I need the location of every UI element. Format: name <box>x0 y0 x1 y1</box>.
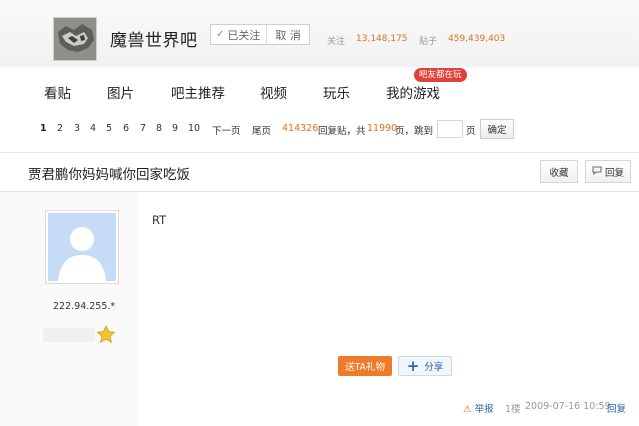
tab-videos[interactable]: 视频 <box>260 82 287 102</box>
jump-label: 跳到 <box>414 126 434 137</box>
comment-icon <box>592 166 602 178</box>
followed-button[interactable]: ✓ 已关注 <box>211 25 268 44</box>
default-avatar-icon <box>48 213 116 281</box>
follow-count: 13,148,175 <box>356 34 408 44</box>
floor-number: 1楼 <box>505 404 521 415</box>
tab-posts[interactable]: 看贴 <box>44 82 71 102</box>
report-label: 举报 <box>474 404 494 415</box>
page-total: 11990 <box>367 123 398 134</box>
tab-images[interactable]: 图片 <box>107 82 134 102</box>
divider <box>0 152 639 153</box>
report-link[interactable]: ⚠ 举报 <box>463 401 494 415</box>
page-link[interactable]: 10 <box>188 123 200 134</box>
page-link[interactable]: 6 <box>123 123 129 134</box>
post-count: 459,439,403 <box>448 34 506 44</box>
star-icon[interactable] <box>96 325 116 348</box>
reply-total: 414326 <box>282 123 319 134</box>
page-link-current: 1 <box>40 123 47 134</box>
games-badge: 吧友都在玩 <box>414 68 467 82</box>
pager: 1 2 3 4 5 6 7 8 9 10 下一页 尾页 414326 回复贴，共… <box>0 116 639 142</box>
jump-confirm-button[interactable]: 确定 <box>480 119 514 139</box>
warning-icon: ⚠ <box>463 404 472 415</box>
page-total-label: 页， <box>395 126 415 137</box>
reply-link[interactable]: 回复 <box>607 401 626 415</box>
tab-fun[interactable]: 玩乐 <box>323 82 350 102</box>
unfollow-button[interactable]: 取 消 <box>267 25 309 44</box>
send-gift-button[interactable]: 送TA礼物 <box>338 356 392 376</box>
next-page-link[interactable]: 下一页 <box>212 123 241 137</box>
page-link[interactable]: 4 <box>90 123 96 134</box>
page-jump-input[interactable] <box>437 120 463 138</box>
page-link[interactable]: 9 <box>172 123 178 134</box>
tab-moderator-picks[interactable]: 吧主推荐 <box>171 82 225 102</box>
plus-icon: + <box>406 356 420 375</box>
page-link[interactable]: 3 <box>74 123 80 134</box>
follow-control: ✓ 已关注 取 消 <box>210 24 310 45</box>
page-link[interactable]: 2 <box>57 123 63 134</box>
reply-button[interactable]: 回复 <box>585 160 631 183</box>
page-unit-label: 页 <box>466 126 476 137</box>
tab-my-games[interactable]: 我的游戏 <box>386 82 440 102</box>
check-icon: ✓ <box>216 29 225 40</box>
forum-nav: 看贴 图片 吧主推荐 视频 玩乐 我的游戏 <box>0 72 639 112</box>
page-link[interactable]: 8 <box>156 123 162 134</box>
last-page-link[interactable]: 尾页 <box>252 123 271 137</box>
post-time: 2009-07-16 10:59 <box>525 401 611 412</box>
favorite-button[interactable]: 收藏 <box>540 160 578 183</box>
avatar[interactable] <box>45 210 119 284</box>
page-link[interactable]: 7 <box>140 123 146 134</box>
follow-count-label: 关注 <box>327 37 346 47</box>
followed-label: 已关注 <box>227 28 261 42</box>
forum-logo[interactable] <box>53 17 97 61</box>
post-content: RT <box>152 213 167 227</box>
share-button-label: 分享 <box>424 362 444 373</box>
level-bar <box>43 328 95 342</box>
post-count-label: 贴子 <box>419 37 438 47</box>
thread-title: 贾君鹏你妈妈喊你回家吃饭 <box>28 167 190 183</box>
reply-total-label: 回复贴，共 <box>318 126 366 137</box>
share-button[interactable]: + 分享 <box>398 356 452 376</box>
reply-button-label: 回复 <box>604 167 624 179</box>
author-ip: 222.94.255.* <box>53 301 116 312</box>
forum-title[interactable]: 魔兽世界吧 <box>110 26 198 51</box>
page-link[interactable]: 5 <box>106 123 112 134</box>
